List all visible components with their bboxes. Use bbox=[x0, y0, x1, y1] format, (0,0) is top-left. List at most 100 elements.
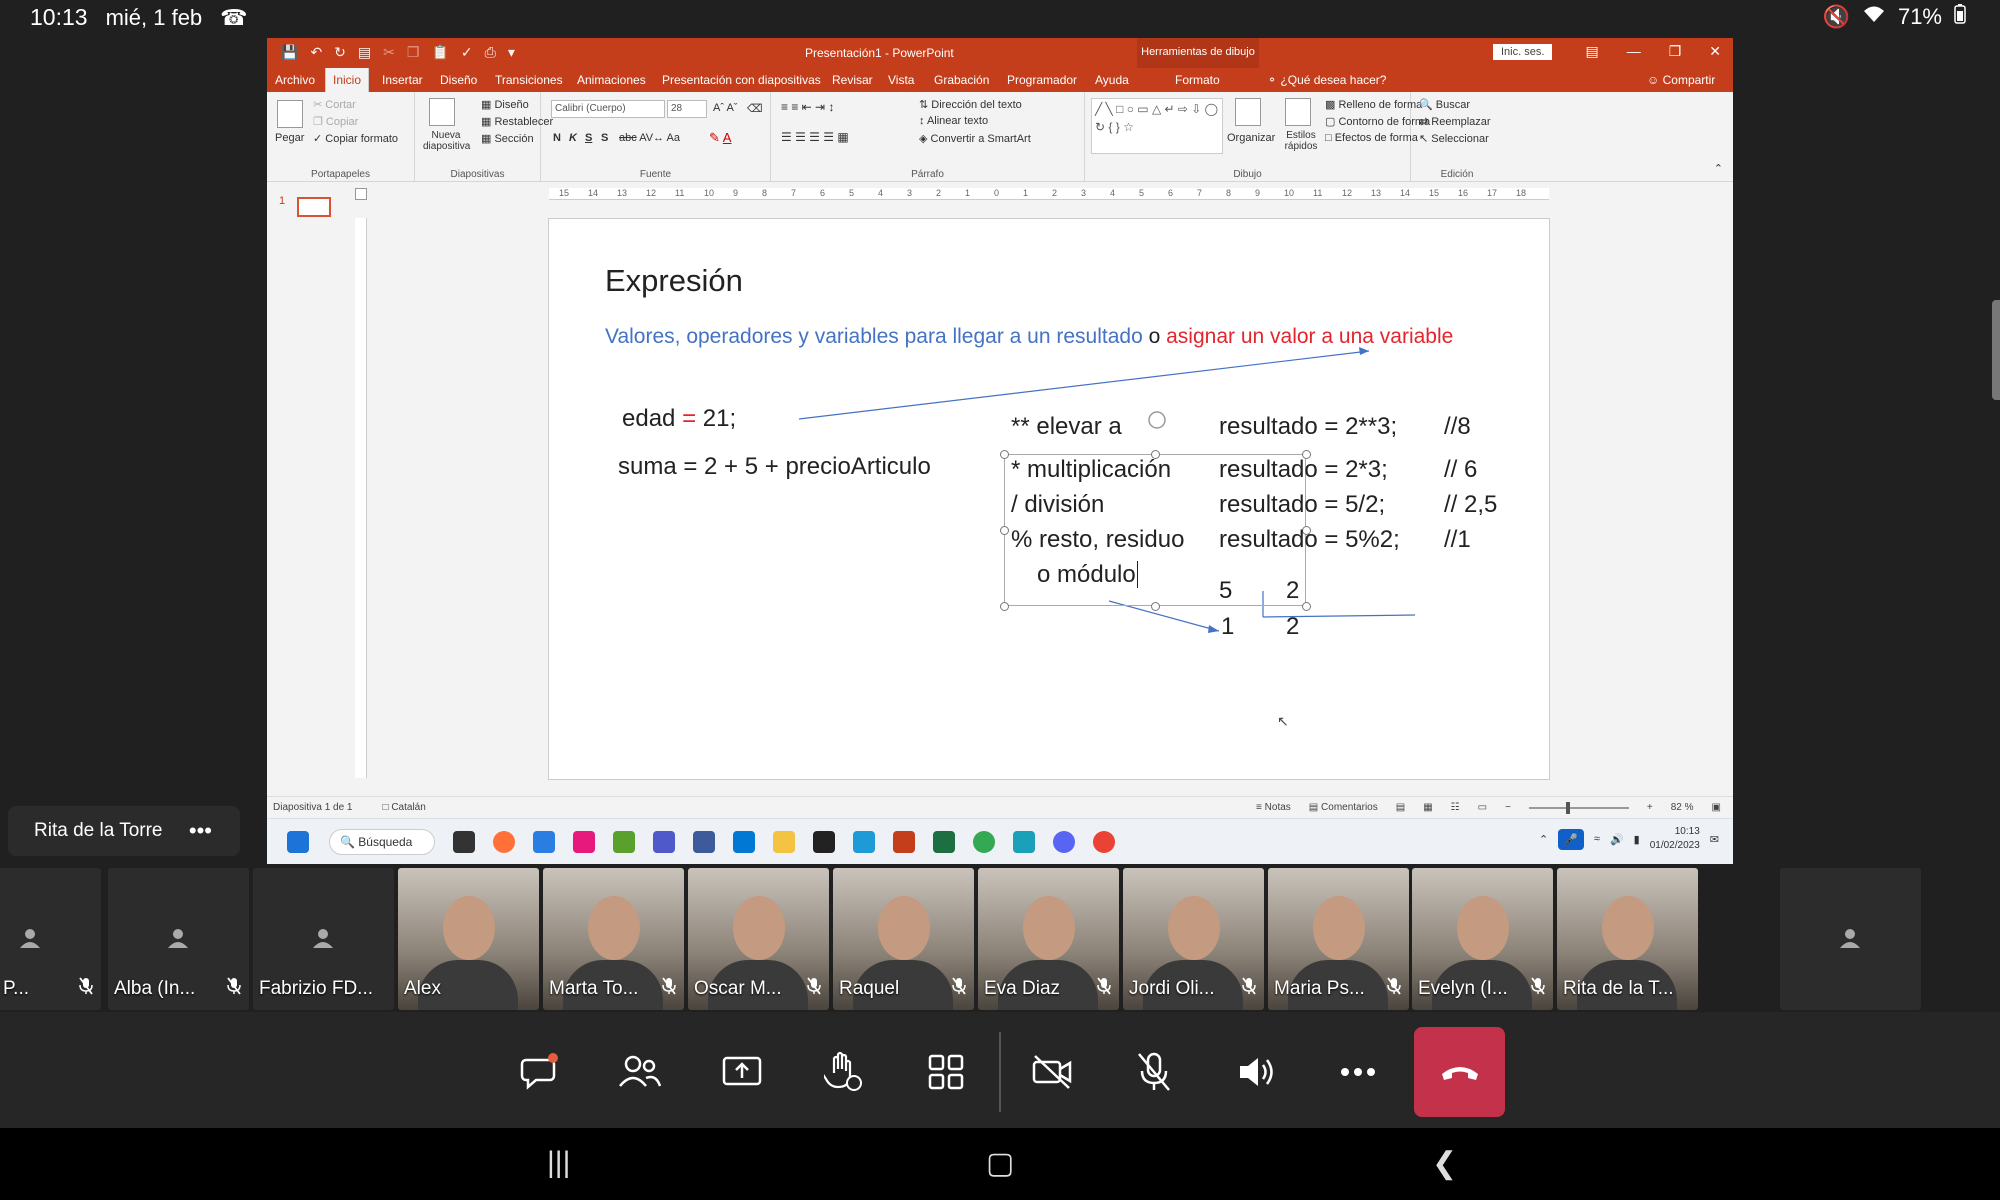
view-layout-button[interactable] bbox=[916, 1042, 976, 1102]
paste-icon[interactable] bbox=[277, 100, 303, 128]
language-indicator[interactable]: □ Catalán bbox=[383, 802, 426, 813]
battery-icon[interactable]: ▮ bbox=[1634, 833, 1640, 846]
find-button[interactable]: 🔍 Buscar bbox=[1419, 98, 1470, 111]
zoom-in-icon[interactable]: + bbox=[1647, 802, 1653, 813]
brush-icon[interactable]: ✓ bbox=[461, 44, 473, 61]
minimize-icon[interactable]: — bbox=[1627, 43, 1641, 60]
zoom-slider-thumb[interactable] bbox=[1565, 801, 1570, 814]
zoom-level[interactable]: 82 % bbox=[1671, 802, 1694, 813]
clear-format-icon[interactable]: ⌫ bbox=[747, 102, 763, 115]
participant-tile[interactable]: Eva Diaz bbox=[978, 868, 1119, 1010]
resize-handle[interactable] bbox=[1151, 602, 1160, 611]
task-view-icon[interactable] bbox=[453, 831, 475, 853]
participants-button[interactable] bbox=[610, 1042, 670, 1102]
notifications-icon[interactable]: ✉ bbox=[1710, 833, 1719, 846]
slide-thumbnail[interactable] bbox=[297, 197, 331, 217]
close-icon[interactable]: ✕ bbox=[1709, 43, 1721, 60]
tab-archivo[interactable]: Archivo bbox=[275, 73, 315, 87]
mic-toggle-button[interactable] bbox=[1124, 1042, 1184, 1102]
notepad-icon[interactable] bbox=[853, 831, 875, 853]
grow-font-icon[interactable]: Aˆ Aˇ bbox=[713, 102, 737, 114]
participant-tile[interactable]: rgio P... bbox=[0, 868, 101, 1010]
firefox-icon[interactable] bbox=[493, 831, 515, 853]
ribbon-display-icon[interactable]: ▤ bbox=[1585, 43, 1598, 60]
copy-icon[interactable]: ❐ bbox=[407, 44, 420, 61]
normal-view-icon[interactable]: ▤ bbox=[1396, 802, 1405, 813]
side-panel-handle[interactable] bbox=[1992, 300, 2000, 400]
participant-tile[interactable]: Jordi Oli... bbox=[1123, 868, 1264, 1010]
align-text-button[interactable]: ↕ Alinear texto bbox=[919, 115, 988, 127]
slide-canvas[interactable]: Expresión Valores, operadores y variable… bbox=[548, 218, 1550, 780]
font-color-icon[interactable]: ✎ A bbox=[709, 130, 731, 146]
shadow-button[interactable]: S bbox=[601, 132, 608, 144]
vscode-icon[interactable] bbox=[733, 831, 755, 853]
more-button[interactable] bbox=[1328, 1042, 1388, 1102]
share-button[interactable]: ☺ Compartir bbox=[1647, 73, 1715, 87]
shape-effects-button[interactable]: □ Efectos de forma bbox=[1325, 132, 1418, 144]
fit-slide-icon[interactable]: ▣ bbox=[1712, 802, 1721, 813]
undo-icon[interactable]: ↶ bbox=[310, 44, 322, 61]
collapse-ribbon-icon[interactable]: ⌃ bbox=[1714, 162, 1723, 175]
tab-grabacion[interactable]: Grabación bbox=[934, 73, 989, 87]
taskbar-search[interactable]: 🔍 Búsqueda bbox=[329, 829, 435, 855]
excel-icon[interactable] bbox=[933, 831, 955, 853]
app-icon[interactable] bbox=[573, 831, 595, 853]
tab-presentacion[interactable]: Presentación con diapositivas bbox=[662, 73, 821, 87]
font-size-box[interactable]: 28 bbox=[667, 100, 707, 118]
ruler-tab-selector[interactable] bbox=[355, 188, 367, 200]
present-icon[interactable]: ▤ bbox=[358, 44, 371, 61]
tab-insertar[interactable]: Insertar bbox=[382, 73, 423, 87]
sticky-icon[interactable] bbox=[813, 831, 835, 853]
powerpoint-icon[interactable] bbox=[893, 831, 915, 853]
comments-button[interactable]: ▤ Comentarios bbox=[1309, 802, 1378, 813]
print-icon[interactable]: ⎙ bbox=[485, 44, 496, 61]
cut-icon[interactable]: ✂ bbox=[383, 44, 395, 61]
new-slide-icon[interactable] bbox=[429, 98, 455, 126]
resize-handle[interactable] bbox=[1000, 602, 1009, 611]
sign-in-button[interactable]: Inic. ses. bbox=[1493, 44, 1553, 60]
new-slide-button[interactable]: Nueva diapositiva bbox=[423, 130, 470, 152]
tab-diseno[interactable]: Diseño bbox=[440, 73, 477, 87]
tab-revisar[interactable]: Revisar bbox=[832, 73, 873, 87]
mic-icon[interactable]: 🎤 bbox=[1558, 828, 1584, 850]
text-direction-button[interactable]: ⇅ Dirección del texto bbox=[919, 98, 1022, 111]
zoom-slider[interactable] bbox=[1528, 801, 1629, 814]
select-button[interactable]: ↖ Seleccionar bbox=[1419, 132, 1489, 145]
cut-button[interactable]: ✂ Cortar bbox=[313, 98, 356, 111]
participant-tile[interactable]: Evelyn (I... bbox=[1412, 868, 1553, 1010]
tab-animaciones[interactable]: Animaciones bbox=[577, 73, 646, 87]
teams-icon[interactable] bbox=[653, 831, 675, 853]
layout-button[interactable]: ▦ Diseño bbox=[481, 98, 529, 111]
zoom-out-icon[interactable]: − bbox=[1505, 802, 1511, 813]
chrome-dev-icon[interactable] bbox=[1093, 831, 1115, 853]
windows-start-icon[interactable] bbox=[287, 831, 309, 853]
tab-vista[interactable]: Vista bbox=[888, 73, 914, 87]
paste-button[interactable]: Pegar bbox=[275, 132, 304, 144]
participant-tile[interactable]: Rita de la T... bbox=[1557, 868, 1698, 1010]
tab-programador[interactable]: Programador bbox=[1007, 73, 1077, 87]
resize-handle[interactable] bbox=[1000, 526, 1009, 535]
restore-icon[interactable]: ❐ bbox=[1669, 43, 1682, 60]
arrange-button[interactable]: Organizar bbox=[1227, 132, 1275, 144]
quick-styles-icon[interactable] bbox=[1285, 98, 1311, 126]
smartart-button[interactable]: ◈ Convertir a SmartArt bbox=[919, 132, 1031, 145]
paste-icon[interactable]: 📋 bbox=[431, 44, 448, 61]
slideshow-view-icon[interactable]: ▭ bbox=[1478, 802, 1487, 813]
sheets-icon[interactable] bbox=[613, 831, 635, 853]
tab-transiciones[interactable]: Transiciones bbox=[495, 73, 563, 87]
tray-chevron-icon[interactable]: ⌃ bbox=[1539, 833, 1548, 846]
replace-button[interactable]: ⇄ Reemplazar bbox=[1419, 115, 1491, 128]
taskbar-clock[interactable]: 10:13 01/02/2023 bbox=[1650, 825, 1700, 853]
resize-handle[interactable] bbox=[1000, 450, 1009, 459]
edad-line[interactable]: edad = 21; bbox=[622, 405, 736, 433]
section-button[interactable]: ▦ Sección bbox=[481, 132, 534, 145]
app-icon[interactable] bbox=[693, 831, 715, 853]
font-name-box[interactable]: Calibri (Cuerpo) bbox=[551, 100, 665, 118]
sorter-view-icon[interactable]: ▦ bbox=[1423, 802, 1432, 813]
back-icon[interactable]: ❮ bbox=[1432, 1146, 1457, 1181]
participant-tile[interactable]: Alex bbox=[398, 868, 539, 1010]
notes-button[interactable]: ≡ Notas bbox=[1256, 802, 1291, 813]
shapes-gallery[interactable]: ╱ ╲ □ ○ ▭ △ ↵ ⇨ ⇩ ◯ ↻ { } ☆ bbox=[1091, 98, 1223, 154]
share-screen-button[interactable] bbox=[712, 1042, 772, 1102]
customize-qat-icon[interactable]: ▾ bbox=[508, 44, 515, 61]
